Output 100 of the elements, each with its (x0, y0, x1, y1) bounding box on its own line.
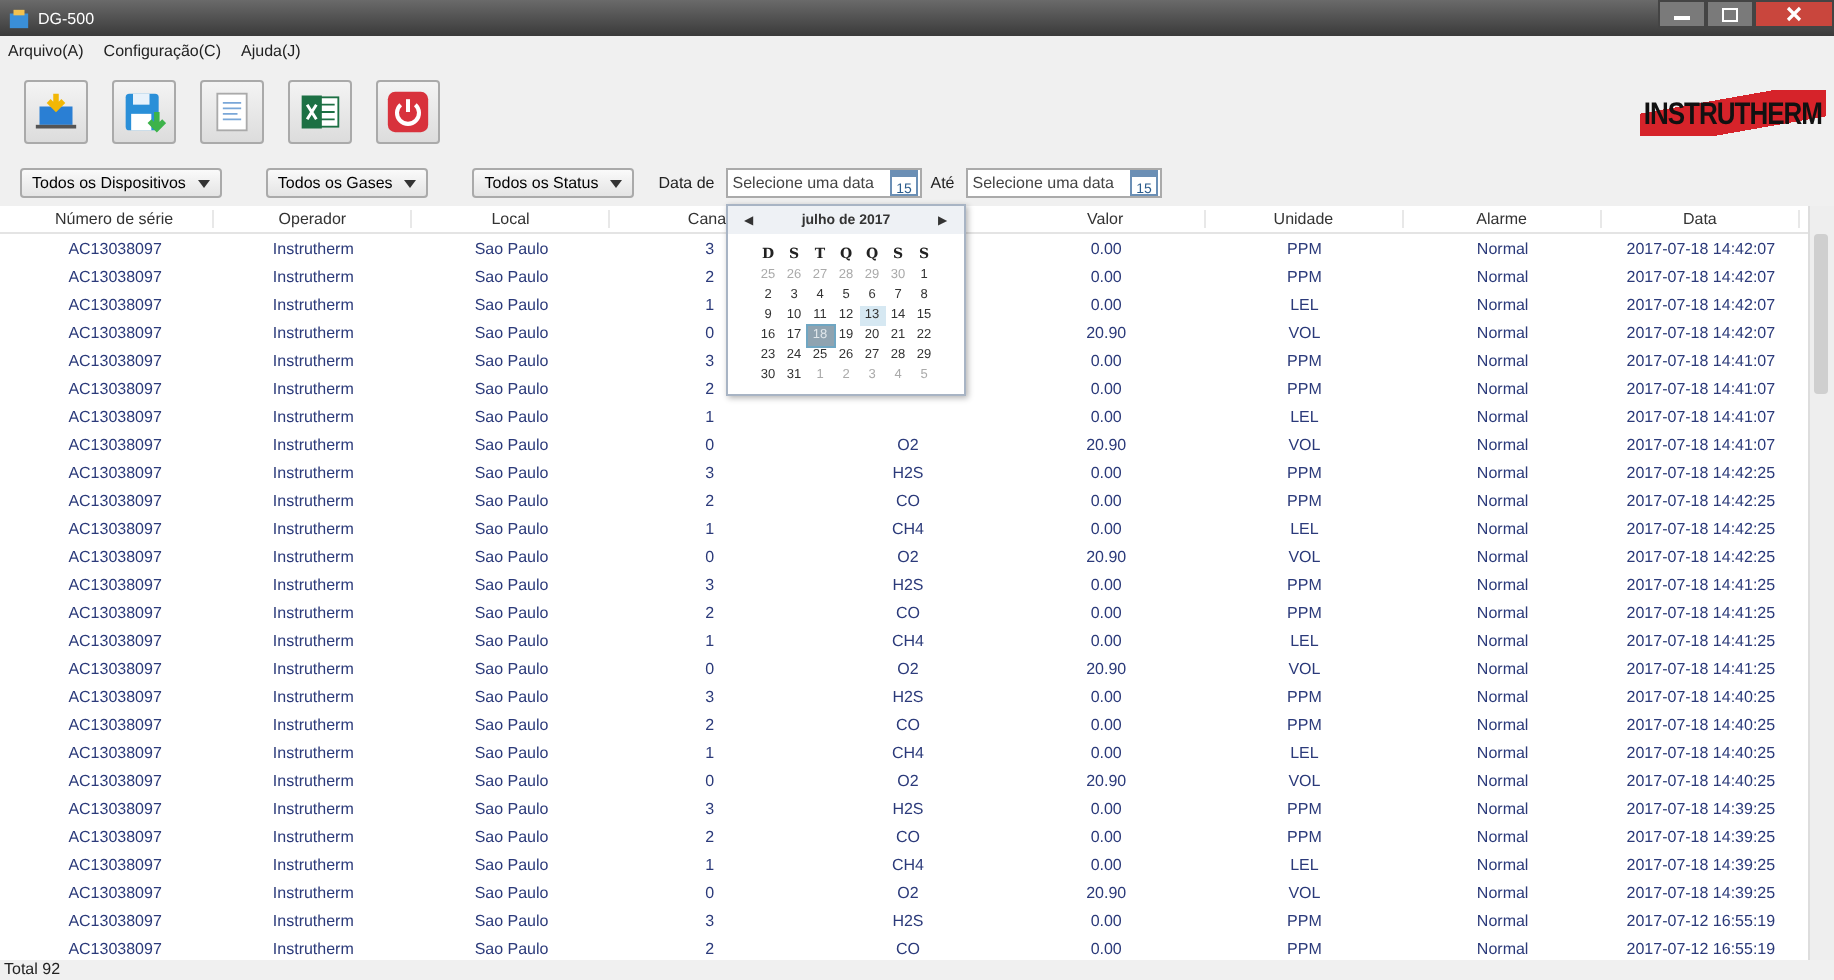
toolbar-button[interactable] (112, 80, 176, 144)
table-cell: Instrutherm (272, 911, 354, 929)
table-cell: PPM (1287, 827, 1322, 845)
toolbar-button[interactable] (376, 80, 440, 144)
table-cell: Normal (1476, 687, 1529, 705)
table-cell: AC13038097 (68, 547, 162, 565)
table-cell: PPM (1287, 491, 1322, 509)
column-header[interactable]: Local (412, 210, 611, 228)
column-header[interactable]: Unidade (1205, 210, 1404, 228)
table-cell: VOL (1288, 323, 1321, 341)
table-cell: 0.00 (1090, 827, 1122, 845)
caret-icon (610, 179, 623, 187)
close-button[interactable] (1754, 0, 1834, 28)
table-cell: Sao Paulo (474, 799, 549, 817)
filter-dropdown[interactable]: Todos os Status (472, 168, 635, 198)
table-cell: Sao Paulo (474, 463, 549, 481)
table-cell: 0 (705, 659, 715, 677)
column-header[interactable]: Data (1601, 210, 1800, 228)
filter-dropdown[interactable]: Todos os Gases (265, 168, 429, 198)
table-cell: 2 (705, 827, 715, 845)
table-cell: 1 (705, 519, 715, 537)
table-cell: AC13038097 (68, 771, 162, 789)
table-cell: 0.00 (1090, 603, 1122, 621)
toolbar-button[interactable] (24, 80, 88, 144)
column-header[interactable]: Operador (214, 210, 413, 228)
table-cell: 2017-07-18 14:39:25 (1626, 827, 1776, 845)
table-cell: AC13038097 (68, 911, 162, 929)
table-cell: Sao Paulo (474, 715, 549, 733)
table-cell: CO (895, 827, 920, 845)
table-cell: 0.00 (1090, 855, 1122, 873)
table-cell: AC13038097 (68, 939, 162, 957)
total-count: Total 92 (4, 960, 61, 978)
table-cell: Normal (1476, 743, 1529, 761)
table-cell: PPM (1287, 239, 1322, 257)
filter-dropdown[interactable]: Todos os Dispositivos (20, 168, 222, 198)
table-cell: Normal (1476, 547, 1529, 565)
table-cell: 2017-07-18 14:41:07 (1626, 379, 1776, 397)
table-cell: PPM (1287, 379, 1322, 397)
table-cell: H2S (892, 575, 924, 593)
table-cell: 3 (705, 911, 715, 929)
table-cell: AC13038097 (68, 379, 162, 397)
toolbar-button[interactable] (288, 80, 352, 144)
minimize-button[interactable] (1658, 0, 1706, 28)
table-cell: 0.00 (1090, 743, 1122, 761)
table-cell: 1 (705, 743, 715, 761)
table-cell: CH4 (891, 631, 924, 649)
caret-icon (404, 179, 417, 187)
table-cell: Sao Paulo (474, 827, 549, 845)
table-cell: O2 (897, 771, 919, 789)
table-cell: Instrutherm (272, 239, 354, 257)
table-cell: PPM (1287, 715, 1322, 733)
table-cell: Instrutherm (272, 379, 354, 397)
table-cell: 3 (705, 351, 715, 369)
power-icon (386, 90, 430, 134)
table-cell: 0.00 (1090, 379, 1122, 397)
table-cell: 2017-07-18 14:40:25 (1626, 715, 1776, 733)
menu-item[interactable]: Ajuda(J) (241, 41, 301, 59)
table-cell: Instrutherm (272, 491, 354, 509)
table-cell: AC13038097 (68, 351, 162, 369)
table-cell: Sao Paulo (474, 267, 549, 285)
caret-icon (197, 179, 210, 187)
table-cell: 0.00 (1090, 295, 1122, 313)
table-cell: PPM (1287, 463, 1322, 481)
table-cell: 2017-07-18 14:42:25 (1626, 463, 1776, 481)
menu-item[interactable]: Arquivo(A) (8, 41, 84, 59)
table-cell: 2017-07-18 14:42:25 (1626, 519, 1776, 537)
table-cell: 2017-07-18 14:42:07 (1626, 267, 1776, 285)
table-cell: 0.00 (1090, 799, 1122, 817)
table-cell: Sao Paulo (474, 547, 549, 565)
table-cell: Normal (1476, 911, 1529, 929)
app-icon (8, 7, 30, 29)
column-header[interactable]: Valor (1007, 210, 1206, 228)
table-cell: AC13038097 (68, 239, 162, 257)
table-cell: AC13038097 (68, 743, 162, 761)
maximize-button[interactable] (1706, 0, 1754, 28)
table-cell: 1 (705, 855, 715, 873)
table-cell: Normal (1476, 883, 1529, 901)
table-cell: Sao Paulo (474, 295, 549, 313)
table-cell: 2017-07-18 14:41:25 (1626, 575, 1776, 593)
menu-item[interactable]: Configuração(C) (103, 41, 221, 59)
table-cell: 0.00 (1090, 351, 1122, 369)
table-cell: AC13038097 (68, 267, 162, 285)
table-cell: Instrutherm (272, 855, 354, 873)
column-header[interactable]: Alarme (1403, 210, 1602, 228)
table-cell: 0 (705, 323, 715, 341)
table-cell: H2S (892, 911, 924, 929)
table-cell: H2S (892, 687, 924, 705)
table-cell: Normal (1476, 715, 1529, 733)
table-cell: AC13038097 (68, 659, 162, 677)
table-cell: Sao Paulo (474, 659, 549, 677)
table-cell: 3 (705, 799, 715, 817)
table-cell: 20.90 (1086, 883, 1127, 901)
table-cell: AC13038097 (68, 687, 162, 705)
table-cell: 1 (705, 631, 715, 649)
table-cell: Normal (1476, 855, 1529, 873)
table-cell: 20.90 (1086, 323, 1127, 341)
column-header[interactable]: Número de série (16, 210, 215, 228)
date-to-label: Até (930, 174, 955, 192)
table-cell: 0.00 (1090, 715, 1122, 733)
table-cell: Sao Paulo (474, 575, 549, 593)
